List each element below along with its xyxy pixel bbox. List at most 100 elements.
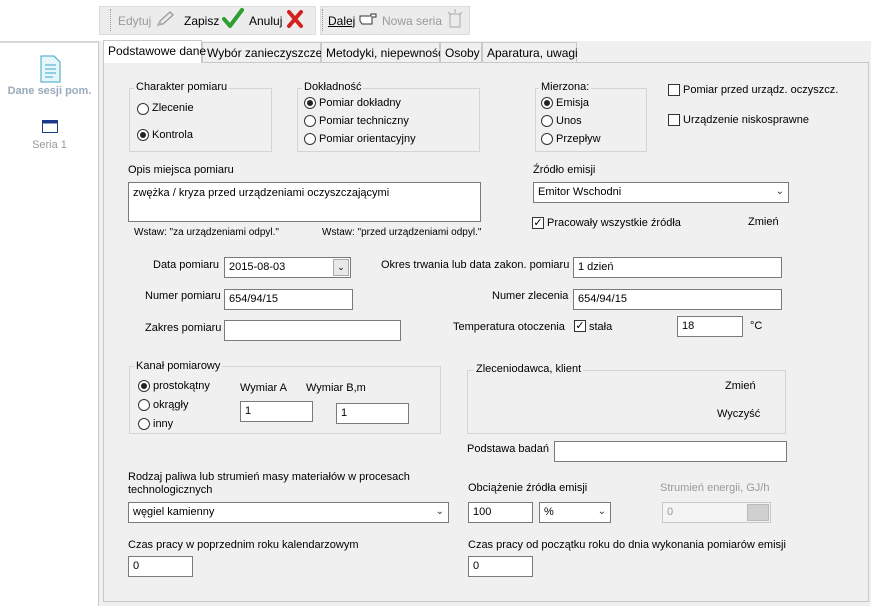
cancel-label: Anuluj (249, 13, 283, 28)
checkbox-przed-urzadz-label: Pomiar przed urządz. oczyszcz. (683, 84, 839, 96)
next-button[interactable]: Dalej (328, 6, 377, 35)
tab-label: Osoby (445, 46, 480, 60)
save-label: Zapisz (184, 13, 220, 28)
radio-przeplyw[interactable] (541, 133, 553, 145)
toolbar: Edytuj Zapisz Anuluj Dalej Nowa seria (0, 0, 871, 41)
left-nav: Dane sesji pom. Seria 1 (0, 41, 99, 606)
nav-series-label: Seria 1 (32, 139, 67, 151)
radio-zlecenie[interactable] (137, 103, 149, 115)
checkbox-niskosprawne[interactable] (668, 114, 680, 126)
numer-zlecenia-input[interactable]: 654/94/15 (573, 289, 782, 310)
temperatura-input[interactable]: 18 (677, 316, 743, 337)
nav-item-session[interactable]: Dane sesji pom. (0, 55, 99, 97)
tab-equipment[interactable]: Aparatura, uwagi (482, 42, 578, 62)
radio-pomiar-techniczny-label: Pomiar techniczny (319, 115, 409, 127)
zrodlo-change-button[interactable]: Zmień (748, 216, 779, 228)
dim-b-label: Wymiar B,m (306, 382, 366, 394)
podstawa-label: Podstawa badań (467, 443, 549, 455)
paliwo-select-value: węgiel kamienny (133, 506, 215, 518)
radio-inny[interactable] (138, 418, 150, 430)
checkbox-niskosprawne-label: Urządzenie niskosprawne (683, 114, 809, 126)
radio-pomiar-dokladny-label: Pomiar dokładny (319, 97, 401, 109)
toolbar-grip (110, 9, 111, 31)
new-series-label: Nowa seria (382, 13, 443, 28)
radio-emisja[interactable] (541, 97, 553, 109)
radio-emisja-label: Emisja (556, 97, 590, 109)
strumien-input: 0 (662, 502, 771, 523)
chevron-down-icon: ⌄ (775, 186, 784, 197)
okres-input[interactable]: 1 dzień (573, 257, 782, 278)
numer-pomiaru-label: Numer pomiaru (145, 290, 221, 302)
strumien-value: 0 (667, 506, 674, 518)
save-button[interactable]: Zapisz (184, 6, 245, 35)
measurement-type-title: Charakter pomiaru (134, 81, 230, 93)
czas-poprz-input[interactable]: 0 (128, 556, 193, 577)
obciazenie-input[interactable]: 100 (468, 502, 533, 523)
window-icon (41, 120, 58, 133)
czas-poprz-label: Czas pracy w poprzednim roku kalendarzow… (128, 539, 359, 551)
document-icon (39, 55, 61, 83)
client-change-button[interactable]: Zmień (725, 380, 756, 392)
nav-item-series[interactable]: Seria 1 (0, 120, 99, 151)
edit-label: Edytuj (118, 13, 152, 28)
tab-basic-data[interactable]: Podstawowe dane (103, 40, 206, 63)
insert-after-link[interactable]: Wstaw: "za urządzeniami odpyl." (134, 227, 279, 238)
red-x-icon (286, 9, 304, 32)
dim-a-input[interactable]: 1 (240, 401, 313, 422)
czas-od-pocz-input[interactable]: 0 (468, 556, 533, 577)
radio-okragly-label: okrągły (153, 399, 189, 411)
obciazenie-label: Obciążenie źródła emisji (468, 482, 588, 494)
radio-unos[interactable] (541, 115, 553, 127)
dim-b-input[interactable]: 1 (336, 403, 409, 424)
checkmark-icon (222, 8, 245, 33)
new-series-button[interactable]: Nowa seria (382, 6, 464, 35)
radio-inny-label: inny (153, 418, 174, 430)
zrodlo-label: Źródło emisji (533, 164, 596, 176)
radio-zlecenie-label: Zlecenie (152, 102, 194, 114)
temperatura-unit: °C (750, 320, 763, 332)
opis-textarea[interactable]: zwężka / kryza przed urządzeniami oczysz… (128, 182, 481, 222)
checkbox-stala[interactable]: ✓ (574, 320, 586, 332)
checkbox-przed-urzadz[interactable] (668, 84, 680, 96)
zakres-input[interactable] (224, 320, 401, 341)
numer-pomiaru-input[interactable]: 654/94/15 (224, 289, 353, 310)
strumien-button (747, 504, 769, 521)
obciazenie-unit-select[interactable]: % ⌄ (539, 502, 611, 523)
channel-title: Kanał pomiarowy (134, 360, 223, 372)
accuracy-title: Dokładność (302, 81, 364, 93)
data-pomiaru-picker[interactable]: 2015-08-03 ⌄ (224, 257, 351, 278)
checkbox-pracowaly[interactable]: ✓ (532, 217, 544, 229)
temperatura-label: Temperatura otoczenia (453, 321, 565, 333)
toolbar-grip-2 (322, 9, 323, 31)
paliwo-select[interactable]: węgiel kamienny ⌄ (128, 502, 449, 523)
tab-pollutants[interactable]: Wybór zanieczyszczeń (202, 42, 329, 62)
insert-before-link[interactable]: Wstaw: "przed urządzeniami odpyl." (322, 227, 481, 238)
radio-okragly[interactable] (138, 399, 150, 411)
checkbox-pracowaly-label: Pracowały wszystkie źródła (547, 217, 681, 229)
cancel-button[interactable]: Anuluj (249, 6, 304, 35)
date-dropdown-icon[interactable]: ⌄ (333, 259, 349, 276)
tab-persons[interactable]: Osoby (440, 42, 482, 62)
radio-pomiar-techniczny[interactable] (304, 115, 316, 127)
strumien-label: Strumień energii, GJ/h (660, 482, 770, 494)
measurement-type-group (129, 88, 272, 152)
data-pomiaru-value: 2015-08-03 (229, 261, 286, 273)
tab-label: Podstawowe dane (108, 44, 207, 58)
radio-prostokatny[interactable] (138, 380, 150, 392)
checkbox-stala-label: stała (589, 321, 613, 333)
tab-methods[interactable]: Metodyki, niepewność (321, 42, 444, 62)
nav-session-label: Dane sesji pom. (7, 85, 92, 97)
zrodlo-select[interactable]: Emitor Wschodni ⌄ (533, 182, 789, 203)
client-clear-button[interactable]: Wyczyść (717, 408, 760, 420)
chevron-down-icon: ⌄ (597, 506, 606, 517)
edit-button[interactable]: Edytuj (118, 6, 175, 35)
numer-zlecenia-label: Numer zlecenia (492, 290, 569, 302)
radio-pomiar-dokladny[interactable] (304, 97, 316, 109)
new-series-icon (446, 9, 464, 32)
radio-kontrola[interactable] (137, 129, 149, 141)
podstawa-input[interactable] (554, 441, 787, 462)
radio-prostokatny-label: prostokątny (153, 380, 210, 392)
client-title: Zleceniodawca, klient (474, 363, 584, 375)
radio-unos-label: Unos (556, 115, 582, 127)
radio-pomiar-orientacyjny[interactable] (304, 133, 316, 145)
